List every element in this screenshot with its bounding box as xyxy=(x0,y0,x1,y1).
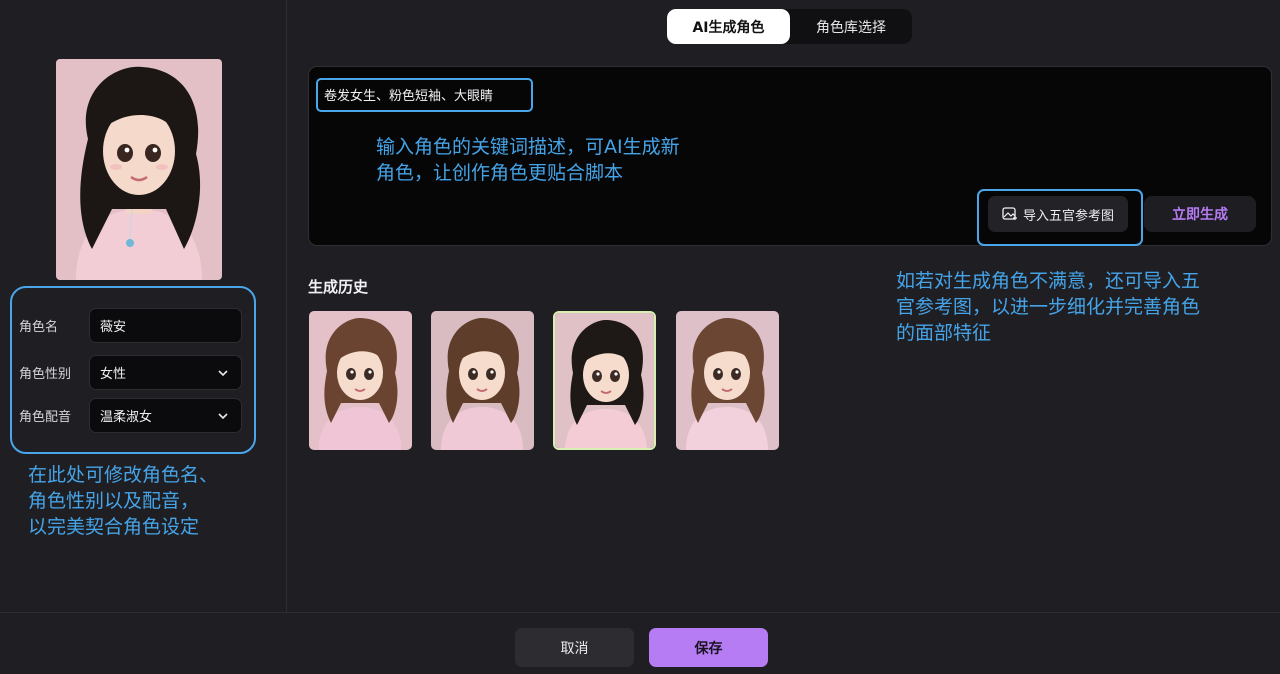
import-note-line: 的面部特征 xyxy=(896,322,992,344)
form-note-line: 角色性别以及配音， xyxy=(28,490,200,512)
tab-ai-generate[interactable]: AI生成角色 xyxy=(667,9,790,44)
portrait-girl-pigtail-icon xyxy=(309,311,412,450)
voice-row: 角色配音 温柔淑女 xyxy=(19,398,242,433)
voice-label: 角色配音 xyxy=(19,410,72,425)
import-annotation-note: 如若对生成角色不满意，还可导入五 官参考图，以进一步细化并完善角色 的面部特征 xyxy=(896,268,1256,346)
character-editor: 角色名 薇安 角色性别 女性 角色配音 温柔淑女 在此处可修改角色名、 角色性别… xyxy=(0,0,1280,674)
gender-row: 角色性别 女性 xyxy=(19,355,242,390)
chevron-down-icon xyxy=(218,412,228,419)
portrait-girl-long-hair-icon xyxy=(555,313,654,448)
portrait-girl-curly-icon xyxy=(431,311,534,450)
gender-value: 女性 xyxy=(100,367,127,382)
voice-select[interactable]: 温柔淑女 xyxy=(89,398,242,433)
history-thumbnail[interactable] xyxy=(309,311,412,450)
voice-value: 温柔淑女 xyxy=(100,410,153,425)
history-thumbnail[interactable] xyxy=(431,311,534,450)
portrait-girl-collar-icon xyxy=(676,311,779,450)
import-reference-label: 导入五官参考图 xyxy=(1022,208,1114,224)
form-note-line: 在此处可修改角色名、 xyxy=(28,464,219,486)
history-title: 生成历史 xyxy=(308,278,369,296)
form-annotation-note: 在此处可修改角色名、 角色性别以及配音， 以完美契合角色设定 xyxy=(28,462,278,540)
prompt-note-line: 输入角色的关键词描述，可AI生成新 xyxy=(376,136,680,158)
gender-label: 角色性别 xyxy=(19,367,72,382)
mode-tabs: AI生成角色 角色库选择 xyxy=(667,9,912,44)
chevron-down-icon xyxy=(218,369,228,376)
prompt-note-line: 角色，让创作角色更贴合脚本 xyxy=(376,162,624,184)
tab-character-library[interactable]: 角色库选择 xyxy=(790,9,912,44)
history-thumbnail[interactable] xyxy=(553,311,656,450)
name-row: 角色名 薇安 xyxy=(19,308,242,343)
image-add-icon xyxy=(1002,207,1017,220)
gender-select[interactable]: 女性 xyxy=(89,355,242,390)
save-button[interactable]: 保存 xyxy=(649,628,768,667)
character-avatar xyxy=(56,59,222,280)
import-reference-button[interactable]: 导入五官参考图 xyxy=(988,196,1128,232)
character-portrait-image xyxy=(56,59,222,280)
generate-button[interactable]: 立即生成 xyxy=(1144,196,1256,232)
footer: 取消 保存 xyxy=(0,612,1280,674)
prompt-value: 卷发女生、粉色短袖、大眼睛 xyxy=(324,89,494,104)
history-thumbnail[interactable] xyxy=(676,311,779,450)
import-note-line: 如若对生成角色不满意，还可导入五 xyxy=(896,270,1201,292)
name-input[interactable]: 薇安 xyxy=(89,308,242,343)
import-note-line: 官参考图，以进一步细化并完善角色 xyxy=(896,296,1201,318)
prompt-annotation-note: 输入角色的关键词描述，可AI生成新 角色，让创作角色更贴合脚本 xyxy=(376,134,736,186)
name-value: 薇安 xyxy=(100,320,127,335)
left-panel: 角色名 薇安 角色性别 女性 角色配音 温柔淑女 在此处可修改角色名、 角色性别… xyxy=(0,0,287,612)
form-note-line: 以完美契合角色设定 xyxy=(28,516,200,538)
cancel-button[interactable]: 取消 xyxy=(515,628,634,667)
name-label: 角色名 xyxy=(19,320,59,335)
